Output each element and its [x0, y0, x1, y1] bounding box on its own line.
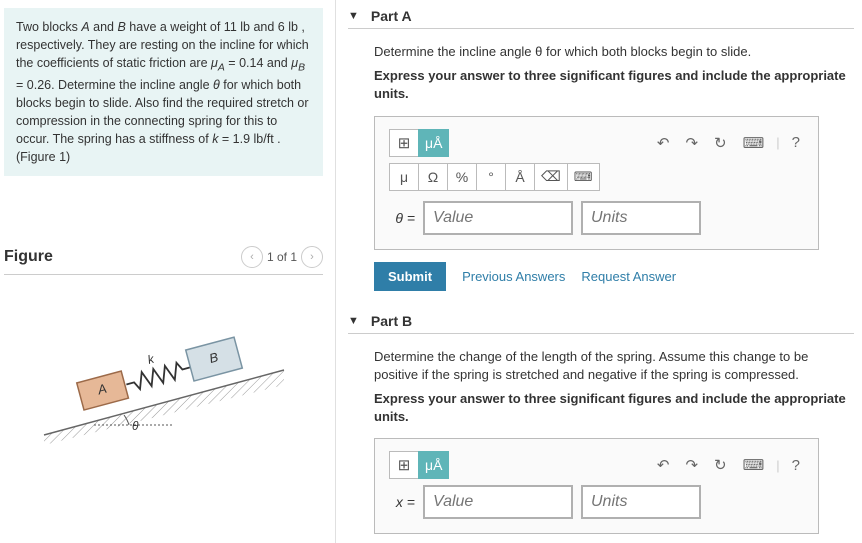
angstrom-button[interactable]: Å — [505, 163, 535, 191]
spring-k-label: k — [145, 352, 155, 367]
part-a-value-input[interactable] — [423, 201, 573, 235]
part-a-prompt: Determine the incline angle θ for which … — [374, 43, 854, 61]
templates-button[interactable]: ⊞ — [389, 451, 419, 479]
degree-button[interactable]: ° — [476, 163, 506, 191]
collapse-icon[interactable]: ▼ — [348, 10, 359, 22]
help-button[interactable]: ? — [788, 132, 804, 153]
part-b-value-input[interactable] — [423, 485, 573, 519]
keyboard2-button[interactable]: ⌨ — [567, 163, 600, 191]
keyboard-button[interactable]: ⌨ — [739, 132, 769, 154]
templates-icon: ⊞ — [398, 456, 411, 474]
undo-button[interactable]: ↶ — [653, 132, 674, 154]
percent-button[interactable]: % — [447, 163, 477, 191]
left-column: Two blocks A and B have a weight of 11 l… — [0, 0, 335, 543]
figure-next-button[interactable]: › — [301, 246, 323, 268]
figure-pager: ‹ 1 of 1 › — [241, 246, 323, 268]
figure-prev-button[interactable]: ‹ — [241, 246, 263, 268]
undo-button[interactable]: ↶ — [653, 454, 674, 476]
templates-icon: ⊞ — [398, 134, 411, 152]
templates-button[interactable]: ⊞ — [389, 129, 419, 157]
part-a-submit-button[interactable]: Submit — [374, 262, 446, 291]
keyboard-button[interactable]: ⌨ — [739, 454, 769, 476]
redo-button[interactable]: ↷ — [681, 132, 702, 154]
figure-page-indicator: 1 of 1 — [267, 250, 297, 264]
help-button[interactable]: ? — [788, 455, 804, 476]
part-b-symbol: x = — [389, 494, 415, 510]
part-a-symbol: θ = — [389, 210, 415, 226]
part-a: ▼ Part A Determine the incline angle θ f… — [348, 8, 854, 291]
figure-section: Figure ‹ 1 of 1 › — [4, 246, 323, 445]
mu-button[interactable]: μ — [389, 163, 419, 191]
problem-statement: Two blocks A and B have a weight of 11 l… — [4, 8, 323, 176]
omega-button[interactable]: Ω — [418, 163, 448, 191]
part-a-request-answer-link[interactable]: Request Answer — [581, 269, 676, 284]
units-mode-button[interactable]: μÅ — [418, 451, 449, 479]
part-b: ▼ Part B Determine the change of the len… — [348, 313, 854, 535]
part-a-format: Express your answer to three significant… — [374, 67, 854, 103]
units-mode-button[interactable]: μÅ — [418, 129, 449, 157]
theta-label: θ — [132, 419, 139, 433]
right-column: ▼ Part A Determine the incline angle θ f… — [335, 0, 862, 543]
backspace-button[interactable]: ⌫ — [534, 163, 568, 191]
part-b-units-input[interactable] — [581, 485, 701, 519]
part-b-answer-box: ⊞ μÅ ↶ ↷ ↻ ⌨ | ? x = — [374, 438, 819, 534]
part-a-previous-answers-link[interactable]: Previous Answers — [462, 269, 565, 284]
part-a-answer-box: ⊞ μÅ ↶ ↷ ↻ ⌨ | ? μ — [374, 116, 819, 250]
part-b-prompt: Determine the change of the length of th… — [374, 348, 854, 384]
figure-image: θ A k B — [4, 315, 323, 445]
collapse-icon[interactable]: ▼ — [348, 315, 359, 327]
part-a-units-input[interactable] — [581, 201, 701, 235]
figure-title: Figure — [4, 248, 53, 266]
redo-button[interactable]: ↷ — [681, 454, 702, 476]
part-b-format: Express your answer to three significant… — [374, 390, 854, 426]
reset-button[interactable]: ↻ — [710, 132, 731, 154]
reset-button[interactable]: ↻ — [710, 454, 731, 476]
part-a-title: Part A — [371, 8, 412, 24]
part-b-title: Part B — [371, 313, 412, 329]
